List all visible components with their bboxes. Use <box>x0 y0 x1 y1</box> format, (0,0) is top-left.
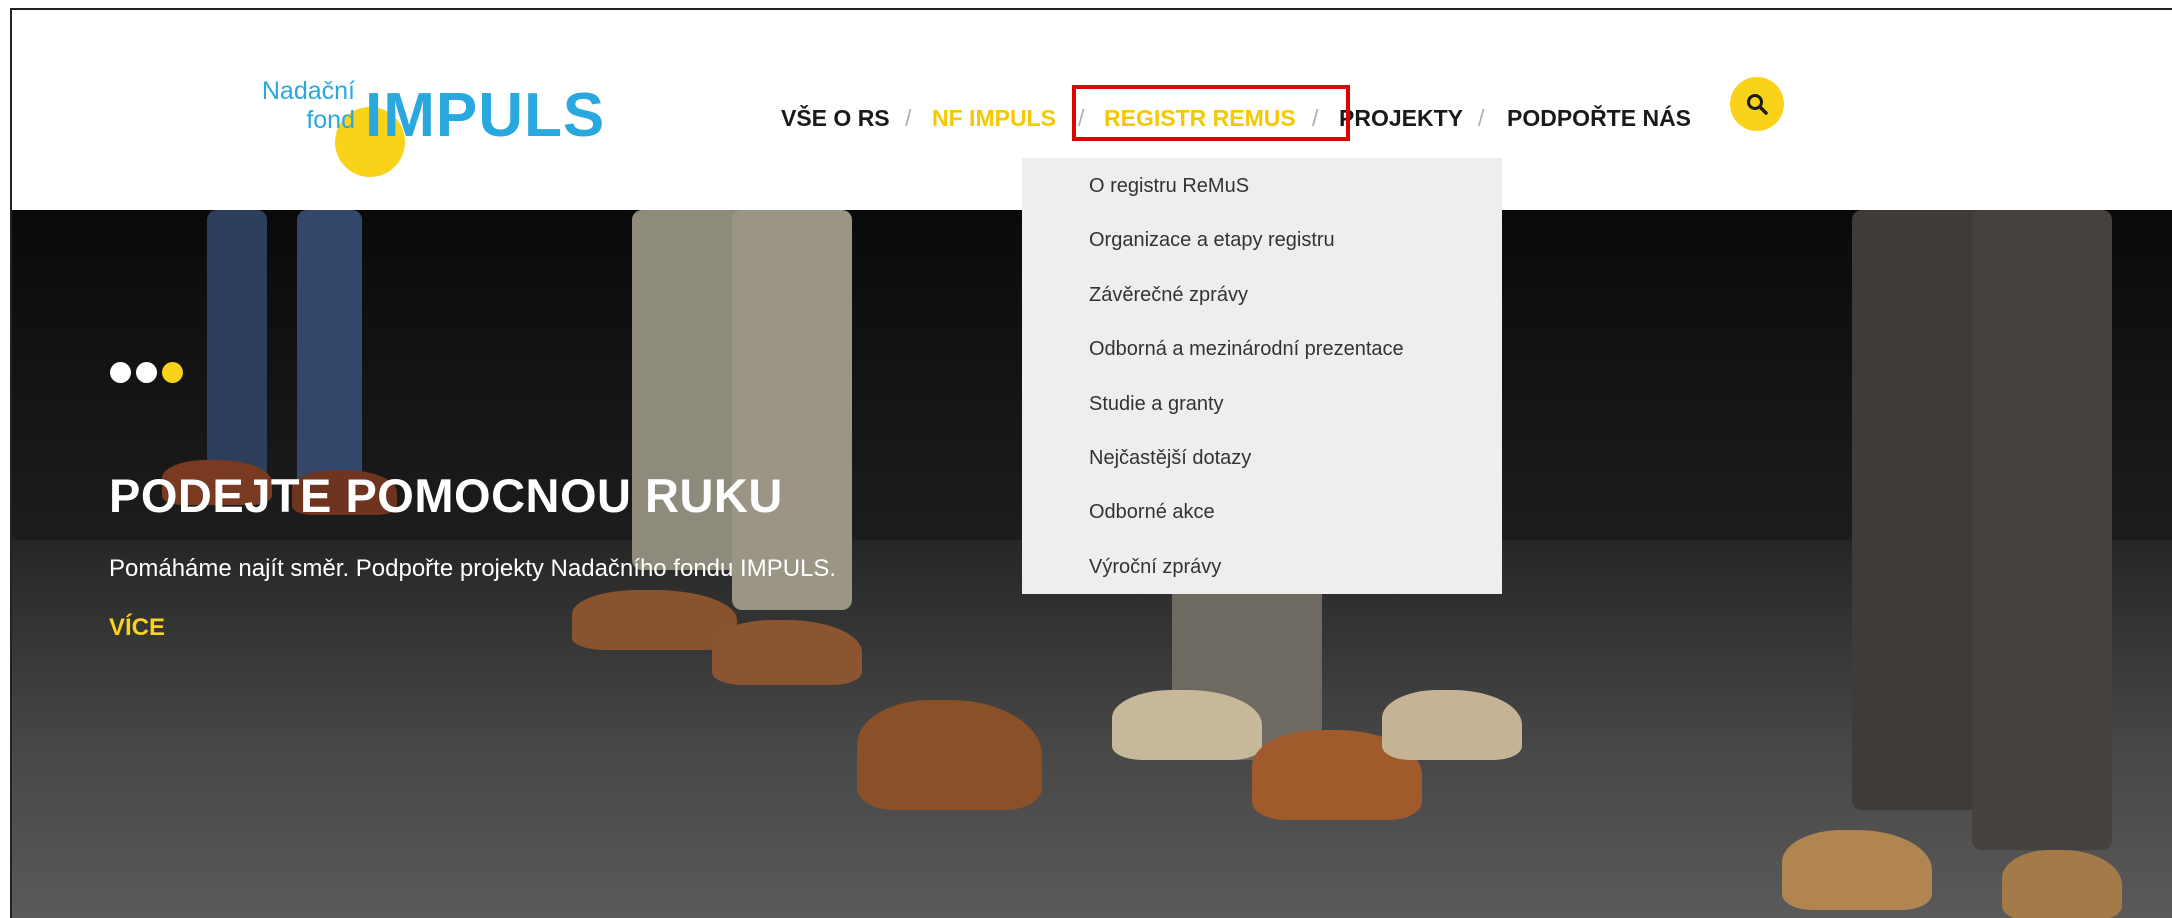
search-button[interactable] <box>1730 77 1784 131</box>
dropdown-item-dotazy[interactable]: Nejčastější dotazy <box>1022 444 1502 498</box>
hero-title: PODEJTE POMOCNOU RUKU <box>109 469 783 522</box>
slider-dot-active[interactable] <box>162 362 183 383</box>
photo-leg <box>1852 210 1992 810</box>
photo-leg <box>207 210 267 480</box>
photo-shoe <box>1112 690 1262 760</box>
slider-dot[interactable] <box>110 362 131 383</box>
nav-separator: / <box>1478 105 1485 131</box>
slider-dot[interactable] <box>136 362 157 383</box>
nav-item-vse-o-rs[interactable]: VŠE O RS <box>781 98 890 138</box>
slider-dots <box>110 362 188 386</box>
registr-remus-dropdown-menu: O registru ReMuS Organizace a etapy regi… <box>1022 158 1502 594</box>
photo-shoe <box>712 620 862 685</box>
hero-more-link[interactable]: VÍCE <box>109 614 165 642</box>
nav-item-nf-impuls[interactable]: NF IMPULS <box>932 98 1056 138</box>
photo-shoe <box>1782 830 1932 910</box>
photo-leg <box>732 210 852 610</box>
dropdown-item-odborne-akce[interactable]: Odborné akce <box>1022 498 1502 552</box>
browser-viewport: Nadační fond IMPULS VŠE O RS / NF IMPULS… <box>10 8 2172 918</box>
dropdown-item-studie-granty[interactable]: Studie a granty <box>1022 390 1502 444</box>
dropdown-item-o-registru[interactable]: O registru ReMuS <box>1022 172 1502 226</box>
photo-shoe <box>2002 850 2122 918</box>
dropdown-item-prezentace[interactable]: Odborná a mezinárodní prezentace <box>1022 335 1502 389</box>
search-icon <box>1747 94 1768 115</box>
photo-leg <box>1972 210 2112 850</box>
dropdown-item-organizace[interactable]: Organizace a etapy registru <box>1022 226 1502 280</box>
photo-shoe <box>1382 690 1522 760</box>
highlight-annotation-box <box>1072 85 1350 141</box>
photo-boot <box>857 700 1042 810</box>
nav-item-podporte-nas[interactable]: PODPOŘTE NÁS <box>1507 98 1691 138</box>
hero-subtitle: Pomáháme najít směr. Podpořte projekty N… <box>109 555 837 582</box>
photo-leg <box>297 210 362 490</box>
dropdown-item-vyrocni-zpravy[interactable]: Výroční zprávy <box>1022 553 1502 607</box>
nav-separator: / <box>905 105 912 131</box>
dropdown-item-zaverecne-zpravy[interactable]: Závěrečné zprávy <box>1022 281 1502 335</box>
nav-item-projekty[interactable]: PROJEKTY <box>1339 98 1463 138</box>
